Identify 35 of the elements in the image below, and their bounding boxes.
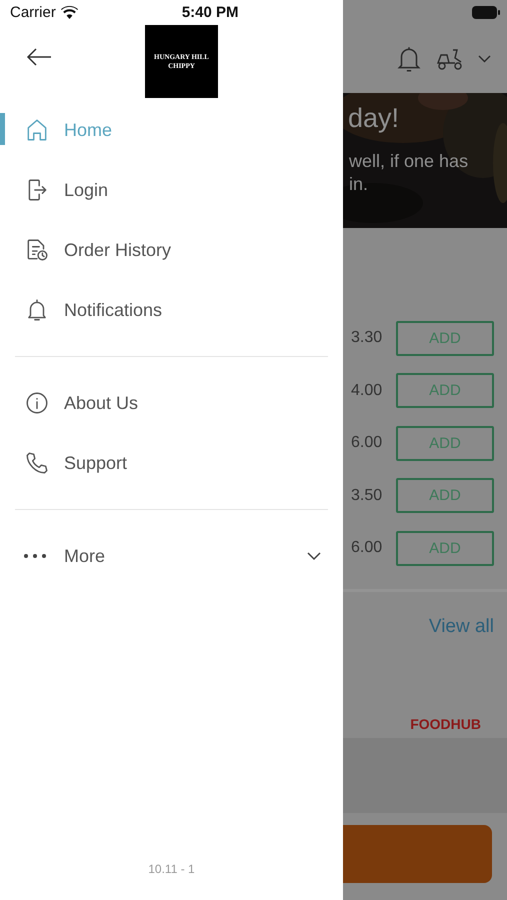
checkout-button[interactable]	[343, 824, 492, 882]
add-button[interactable]: ADD	[396, 478, 494, 514]
chevron-icon	[307, 552, 321, 560]
add-button[interactable]: ADD	[396, 530, 494, 566]
more-menu-item[interactable]: More	[0, 526, 343, 586]
menu-item[interactable]: Home	[0, 100, 343, 160]
item-price: 3.30	[351, 329, 384, 348]
battery-icon	[472, 6, 500, 19]
menu-item[interactable]: Support	[0, 433, 343, 493]
add-button[interactable]: ADD	[396, 426, 494, 461]
info-icon	[24, 390, 50, 416]
bell-icon[interactable]	[396, 44, 422, 74]
chevron-icon[interactable]	[478, 55, 491, 63]
hero-text: well, if one has	[349, 151, 468, 172]
hero-title: day!	[348, 103, 400, 134]
menu-item[interactable]: About Us	[0, 373, 343, 433]
carrier-label: Carrier	[10, 4, 56, 21]
wifi-icon	[60, 6, 78, 19]
add-button[interactable]: ADD	[396, 320, 494, 356]
menu-item[interactable]: Login	[0, 160, 343, 220]
brand-logo: FOODHUB	[410, 716, 481, 732]
item-price: 6.00	[351, 434, 384, 452]
hero-text: in.	[349, 174, 368, 195]
item-price: 3.50	[351, 486, 384, 505]
item-price: 4.00	[351, 382, 384, 400]
clock-time: 5:40 PM	[182, 4, 239, 21]
more-dots-icon	[24, 554, 46, 558]
version-label: 10.11 - 1	[148, 862, 195, 876]
menu-item[interactable]: Notifications	[0, 280, 343, 340]
menu-item[interactable]: Order History	[0, 220, 343, 280]
phone-icon	[24, 450, 50, 476]
view-all-link[interactable]: View all	[428, 616, 494, 638]
item-price: 6.00	[351, 539, 384, 558]
scooter-icon[interactable]	[436, 47, 464, 71]
add-button[interactable]: ADD	[396, 373, 494, 408]
